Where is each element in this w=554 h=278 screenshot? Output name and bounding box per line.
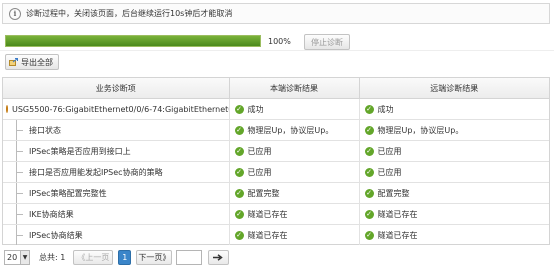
page-size-select[interactable]: 20 ▼ (4, 250, 30, 265)
table-row[interactable]: 接口是否应用能发起IPSec协商的策略 ✓ 已应用 ✓ 已应用 (3, 161, 549, 183)
info-icon: i (9, 7, 21, 20)
progress-percent: 100% (268, 37, 291, 46)
local-result: 成功 (247, 104, 264, 114)
table-row[interactable]: 接口状态 ✓ 物理层Up，协议层Up。 ✓ 物理层Up，协议层Up。 (3, 119, 549, 141)
check-circle-icon: ✓ (364, 209, 374, 219)
table-row[interactable]: IPSec策略配置完整性 ✓ 配置完整 ✓ 配置完整 (3, 182, 549, 204)
check-circle-icon: ✓ (364, 167, 374, 177)
local-result: 物理层Up，协议层Up。 (247, 125, 334, 135)
diagnosis-item: 接口状态 (29, 125, 61, 135)
check-circle-icon: ✓ (364, 188, 374, 198)
check-circle-icon: ✓ (234, 167, 244, 177)
local-result: 隧道已存在 (247, 230, 288, 240)
column-header-item: 业务诊断项 (3, 78, 230, 99)
divider (0, 50, 554, 51)
table-row[interactable]: IPSec策略是否应用到接口上 ✓ 已应用 ✓ 已应用 (3, 140, 549, 162)
notice-text: 诊断过程中，关闭该页面，后台继续运行10s钟后才能取消 (26, 9, 233, 18)
table-row[interactable]: IPSec协商结果 ✓ 隧道已存在 ✓ 隧道已存在 (3, 224, 549, 245)
tunnel-name: USG5500-76:GigabitEthernet0/0/6-74:Gigab… (12, 104, 229, 114)
arrow-right-icon (213, 254, 224, 261)
progress-fill (6, 36, 260, 46)
page-number-input[interactable] (176, 250, 203, 265)
column-header-local-result: 本端诊断结果 (229, 78, 360, 99)
check-circle-icon: ✓ (234, 209, 244, 219)
diagnosis-table: 业务诊断项 本端诊断结果 远端诊断结果 USG5500-76:GigabitEt… (2, 77, 550, 245)
check-circle-icon: ✓ (234, 146, 244, 156)
check-circle-icon: ✓ (364, 230, 374, 240)
diagnosis-item: IPSec策略配置完整性 (29, 188, 107, 198)
remote-result: 已应用 (377, 167, 402, 177)
local-result: 隧道已存在 (247, 209, 288, 219)
diagnosis-item: IPSec协商结果 (29, 230, 83, 240)
remote-result: 已应用 (377, 146, 402, 156)
prev-page-button[interactable]: 《上一页 (73, 250, 114, 265)
page-size-value: 20 (7, 253, 18, 262)
diagnosis-item: IKE协商结果 (29, 209, 74, 219)
notice-bar: i 诊断过程中，关闭该页面，后台继续运行10s钟后才能取消 (2, 3, 550, 24)
diagnosis-item: IPSec策略是否应用到接口上 (29, 146, 131, 156)
remote-result: 成功 (377, 104, 394, 114)
remote-result: 隧道已存在 (377, 230, 418, 240)
stop-diagnosis-button[interactable]: 停止诊断 (304, 34, 350, 50)
check-circle-icon: ✓ (234, 188, 244, 198)
export-all-button[interactable]: 导出全部 (5, 54, 59, 70)
table-row[interactable]: IKE协商结果 ✓ 隧道已存在 ✓ 隧道已存在 (3, 203, 549, 225)
collapse-toggle-icon[interactable] (6, 105, 8, 113)
remote-result: 物理层Up，协议层Up。 (377, 125, 464, 135)
column-header-remote-result: 远端诊断结果 (359, 78, 549, 99)
chevron-down-icon[interactable]: ▼ (20, 251, 29, 264)
check-circle-icon: ✓ (234, 104, 244, 114)
table-row-parent[interactable]: USG5500-76:GigabitEthernet0/0/6-74:Gigab… (3, 98, 549, 120)
export-all-label: 导出全部 (21, 57, 53, 67)
check-circle-icon: ✓ (364, 104, 374, 114)
check-circle-icon: ✓ (234, 125, 244, 135)
remote-result: 配置完整 (377, 188, 410, 198)
export-icon (9, 58, 18, 66)
table-header-row: 业务诊断项 本端诊断结果 远端诊断结果 (3, 78, 549, 99)
check-circle-icon: ✓ (234, 230, 244, 240)
pagination: 20 ▼ 总共: 1 《上一页 1 下一页》 (4, 250, 230, 265)
remote-result: 隧道已存在 (377, 209, 418, 219)
next-page-button[interactable]: 下一页》 (136, 250, 173, 265)
go-page-button[interactable] (208, 250, 230, 265)
local-result: 已应用 (247, 146, 272, 156)
local-result: 配置完整 (247, 188, 280, 198)
progress-bar (5, 35, 261, 47)
local-result: 已应用 (247, 167, 272, 177)
diagnosis-item: 接口是否应用能发起IPSec协商的策略 (29, 167, 163, 177)
total-count: 总共: 1 (39, 253, 66, 262)
check-circle-icon: ✓ (364, 146, 374, 156)
check-circle-icon: ✓ (364, 125, 374, 135)
current-page-button[interactable]: 1 (118, 250, 132, 265)
